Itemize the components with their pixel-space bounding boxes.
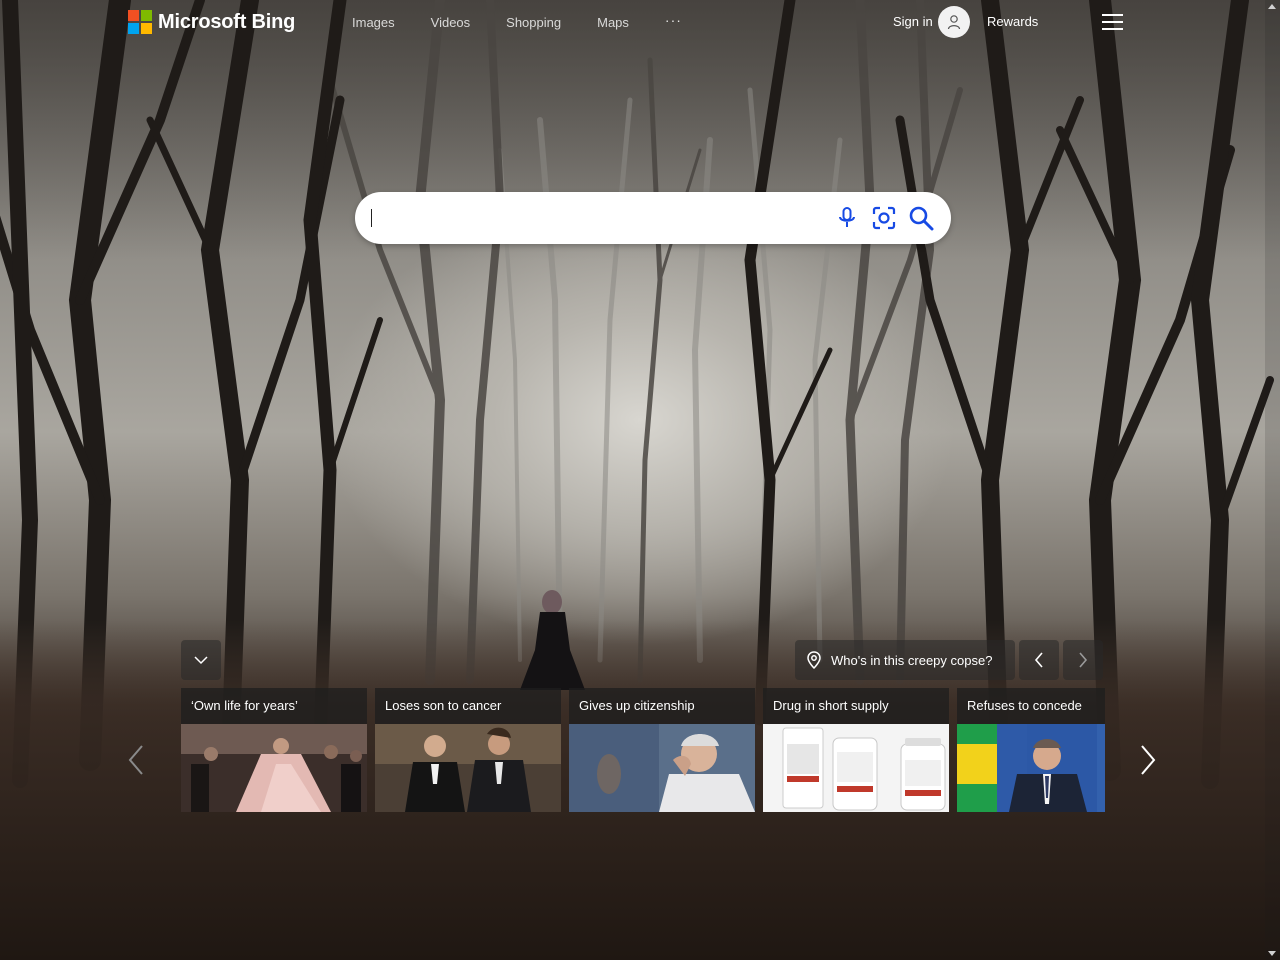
chevron-right-icon xyxy=(1079,652,1088,668)
previous-image-button[interactable] xyxy=(1019,640,1059,680)
carousel-next-button[interactable] xyxy=(1136,742,1160,778)
microphone-icon xyxy=(839,207,855,227)
bing-logo[interactable]: Microsoft Bing xyxy=(128,10,295,34)
search-input[interactable] xyxy=(371,204,815,234)
background-image xyxy=(0,0,1280,960)
nav-more-button[interactable]: ··· xyxy=(665,12,682,28)
hamburger-menu-icon[interactable] xyxy=(1102,14,1123,30)
image-info-button[interactable]: Who's in this creepy copse? xyxy=(795,640,1015,680)
image-question: Who's in this creepy copse? xyxy=(831,652,993,668)
news-card[interactable]: ‘Own life for years’ xyxy=(181,688,367,812)
nav-videos[interactable]: Videos xyxy=(431,15,471,30)
carousel-prev-button[interactable] xyxy=(124,742,148,778)
nav-maps[interactable]: Maps xyxy=(597,15,629,30)
microsoft-logo-icon xyxy=(128,10,152,34)
news-card-title: Refuses to concede xyxy=(967,698,1082,713)
sign-in-link[interactable]: Sign in xyxy=(893,14,933,29)
top-header: Microsoft Bing Images Videos Shopping Ma… xyxy=(0,0,1280,46)
top-nav: Images Videos Shopping Maps ··· xyxy=(352,12,682,31)
user-avatar[interactable] xyxy=(938,6,970,38)
chevron-down-icon xyxy=(194,656,208,665)
news-card-title: Gives up citizenship xyxy=(579,698,695,713)
visual-search-button[interactable] xyxy=(870,204,898,232)
chevron-left-icon xyxy=(128,745,143,775)
news-card[interactable]: Refuses to concede xyxy=(957,688,1105,812)
search-button[interactable] xyxy=(907,204,935,232)
scrollbar[interactable] xyxy=(1265,0,1280,960)
next-image-button[interactable] xyxy=(1063,640,1103,680)
news-card[interactable]: Gives up citizenship xyxy=(569,688,755,812)
location-pin-icon xyxy=(807,651,821,669)
text-caret xyxy=(371,209,372,227)
brand-name: Microsoft Bing xyxy=(158,10,296,33)
search-icon xyxy=(909,206,934,231)
news-card-thumbnail xyxy=(957,724,1105,812)
voice-search-button[interactable] xyxy=(833,204,861,232)
news-card-thumbnail xyxy=(763,724,949,812)
news-card-thumbnail xyxy=(181,724,367,812)
search-box xyxy=(355,192,951,244)
news-card[interactable]: Drug in short supply xyxy=(763,688,949,812)
nav-images[interactable]: Images xyxy=(352,15,395,30)
news-card-title: Loses son to cancer xyxy=(385,698,502,713)
news-carousel: ‘Own life for years’ Loses son to cancer xyxy=(181,688,1105,812)
news-card-title: Drug in short supply xyxy=(773,698,889,713)
scroll-down-arrow[interactable] xyxy=(1268,951,1276,956)
user-icon xyxy=(947,15,961,30)
news-card-thumbnail xyxy=(375,724,561,812)
chevron-right-icon xyxy=(1141,745,1156,775)
visual-search-icon xyxy=(872,206,896,230)
forest-illustration xyxy=(0,0,1280,960)
nav-shopping[interactable]: Shopping xyxy=(506,15,561,30)
collapse-feed-button[interactable] xyxy=(181,640,221,680)
news-card-thumbnail xyxy=(569,724,755,812)
chevron-left-icon xyxy=(1034,652,1043,668)
news-card[interactable]: Loses son to cancer xyxy=(375,688,561,812)
rewards-link[interactable]: Rewards xyxy=(987,14,1038,29)
news-card-title: ‘Own life for years’ xyxy=(191,698,298,713)
